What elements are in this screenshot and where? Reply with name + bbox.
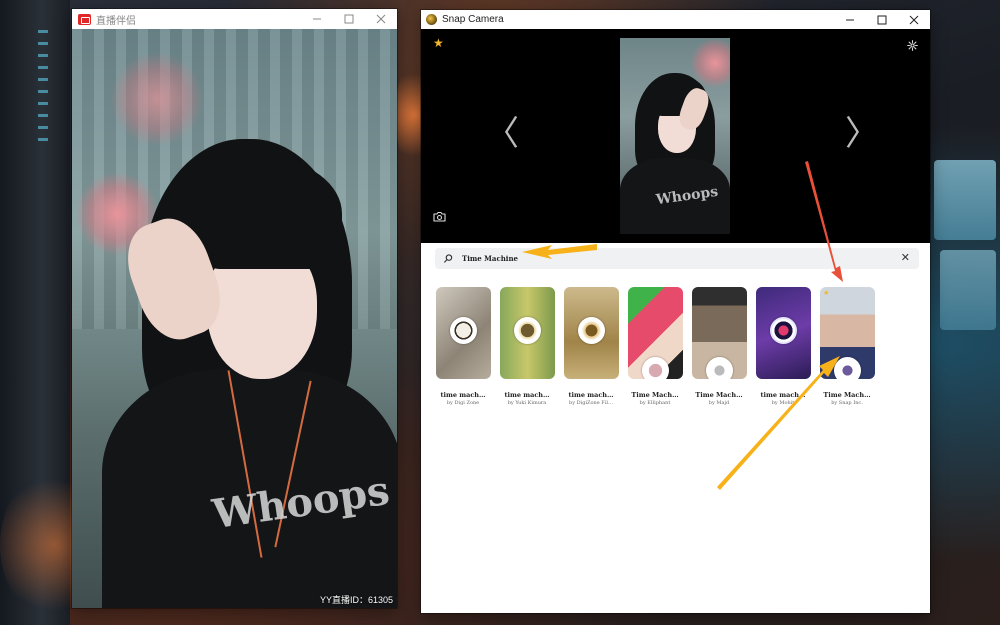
lens-name: Time Mach… — [695, 391, 743, 399]
lens-name: time mach… — [568, 391, 614, 399]
minimize-button[interactable] — [834, 10, 866, 29]
lens-thumbnail-icon — [514, 317, 541, 344]
lens-author: by Majd — [708, 400, 730, 406]
gear-icon[interactable] — [907, 38, 918, 56]
lens-name: time mach… — [760, 391, 806, 399]
lens-name: Time Mach… — [823, 391, 871, 399]
search-bar[interactable]: ✕ — [435, 248, 919, 269]
camera-preview-frame: Whoops — [620, 38, 730, 234]
lens-name: Time Mach… — [631, 391, 679, 399]
lens-card[interactable] — [564, 287, 619, 379]
lens-author: by DigiZone Fil… — [569, 400, 613, 406]
desktop-background-monitor — [940, 250, 996, 330]
lens-author: by Snap Inc. — [831, 400, 863, 406]
star-icon[interactable]: ★ — [433, 37, 444, 49]
camera-icon[interactable] — [433, 209, 446, 227]
live-video-preview: Whoops YY直播ID：61305 — [72, 29, 397, 608]
desktop-background-monitor — [934, 160, 996, 240]
close-button[interactable] — [365, 9, 397, 29]
snap-camera-window[interactable]: Snap Camera ★ 〈 〉 Whoops Time Machine ✕ … — [421, 10, 930, 613]
lens-card[interactable] — [756, 287, 811, 379]
lens-card[interactable]: ★ — [820, 287, 875, 379]
lens-card[interactable] — [628, 287, 683, 379]
close-button[interactable] — [898, 10, 930, 29]
lens-thumbnail-icon — [578, 317, 605, 344]
live-app-logo-icon — [78, 13, 91, 25]
lens-panel: ✕ time mach… by Digi Zone time mach… by … — [421, 243, 930, 613]
chevron-right-icon[interactable]: 〉 — [845, 117, 879, 151]
lens-name: time mach… — [440, 391, 486, 399]
minimize-icon — [313, 18, 321, 20]
star-icon: ★ — [823, 290, 830, 297]
lens-card[interactable] — [692, 287, 747, 379]
lens-thumbnail-icon — [706, 357, 733, 379]
snap-window-titlebar[interactable]: Snap Camera — [421, 10, 930, 29]
maximize-icon — [344, 14, 354, 24]
lens-thumbnail-icon — [450, 317, 477, 344]
lens-name: time mach… — [504, 391, 550, 399]
lens-author: by Mohit — [771, 400, 795, 406]
lens-card[interactable] — [500, 287, 555, 379]
maximize-button[interactable] — [866, 10, 898, 29]
snap-camera-logo-icon — [426, 14, 437, 25]
maximize-button[interactable] — [333, 9, 365, 29]
lens-thumbnail-icon — [834, 357, 861, 379]
streamer-figure: Whoops — [72, 29, 397, 608]
close-icon — [909, 15, 919, 24]
lens-author: by Digi Zone — [446, 400, 480, 406]
live-window-titlebar[interactable]: 直播伴侣 — [72, 9, 397, 29]
lens-thumbnail-icon — [642, 357, 669, 379]
live-window-title: 直播伴侣 — [96, 15, 136, 27]
streamer-preview-figure: Whoops — [620, 38, 730, 234]
lens-author: by Yuki Kimura — [507, 400, 547, 406]
close-icon[interactable]: ✕ — [901, 253, 910, 264]
lens-author: by Elliphant — [639, 400, 671, 406]
search-icon — [444, 254, 453, 263]
minimize-button[interactable] — [301, 9, 333, 29]
snap-window-title: Snap Camera — [442, 14, 504, 25]
lens-card[interactable] — [436, 287, 491, 379]
close-icon — [376, 14, 386, 24]
maximize-icon — [877, 15, 887, 24]
search-input[interactable] — [462, 254, 842, 263]
lens-thumbnail-icon — [770, 317, 797, 344]
minimize-icon — [846, 19, 854, 20]
camera-preview: ★ 〈 〉 Whoops — [421, 29, 930, 243]
chevron-left-icon[interactable]: 〈 — [485, 117, 519, 151]
live-id-overlay: YY直播ID：61305 — [319, 595, 393, 605]
live-companion-window[interactable]: 直播伴侣 Whoops YY直播ID：61305 — [72, 9, 397, 608]
